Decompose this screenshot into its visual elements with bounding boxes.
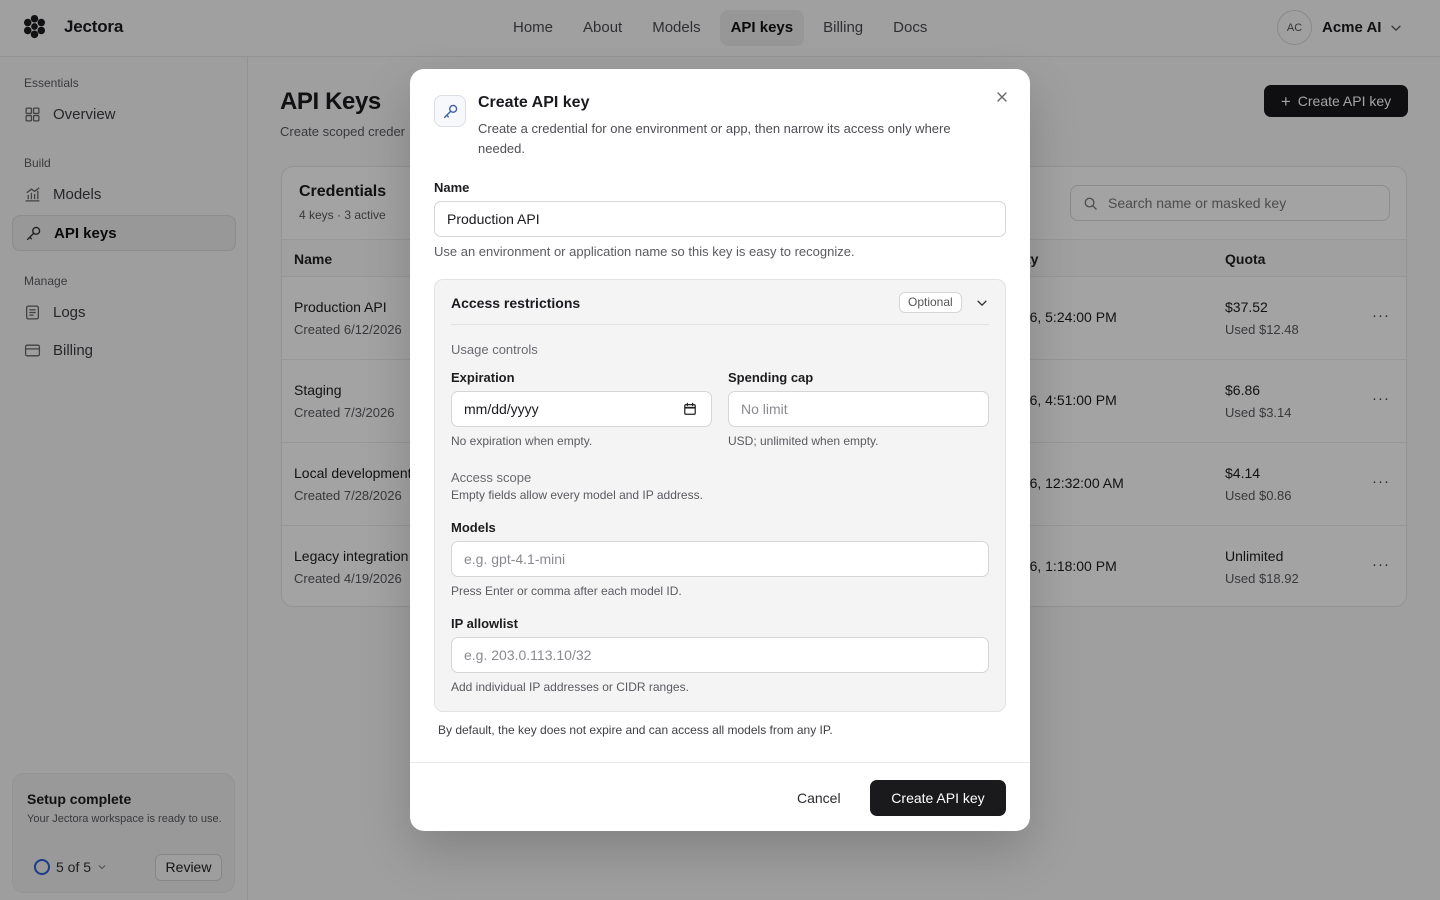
access-scope-heading: Access scope [451, 470, 532, 485]
dialog-key-badge [434, 95, 466, 127]
expiration-placeholder: mm/dd/yyyy [464, 401, 539, 417]
optional-badge: Optional [899, 292, 962, 313]
name-hint: Use an environment or application name s… [434, 244, 855, 259]
cancel-button[interactable]: Cancel [783, 780, 855, 816]
ip-allowlist-label: IP allowlist [451, 616, 518, 631]
expiration-label: Expiration [451, 370, 515, 385]
close-icon[interactable] [994, 89, 1010, 105]
key-icon [443, 104, 457, 118]
spending-cap-label: Spending cap [728, 370, 814, 385]
name-input[interactable]: Production API [434, 201, 1006, 237]
create-api-key-dialog: Create API key Create a credential for o… [410, 69, 1030, 831]
spending-cap-hint: USD; unlimited when empty. [728, 434, 879, 448]
models-label: Models [451, 520, 496, 535]
access-restrictions-title[interactable]: Access restrictions [451, 295, 580, 311]
default-behavior-note: By default, the key does not expire and … [438, 723, 833, 737]
name-label: Name [434, 180, 470, 195]
expiration-date-input[interactable]: mm/dd/yyyy [451, 391, 712, 427]
calendar-icon[interactable] [683, 402, 697, 416]
usage-controls-heading: Usage controls [451, 342, 538, 357]
ip-allowlist-hint: Add individual IP addresses or CIDR rang… [451, 680, 689, 694]
spending-cap-input[interactable]: No limit [728, 391, 989, 427]
dialog-description: Create a credential for one environment … [478, 121, 951, 156]
ip-allowlist-input[interactable]: e.g. 203.0.113.10/32 [451, 637, 989, 673]
expiration-hint: No expiration when empty. [451, 434, 593, 448]
models-hint: Press Enter or comma after each model ID… [451, 584, 682, 598]
dialog-footer: Cancel Create API key [410, 762, 1030, 831]
create-api-key-submit-button[interactable]: Create API key [870, 780, 1006, 816]
dialog-title: Create API key [478, 94, 590, 111]
access-scope-description: Empty fields allow every model and IP ad… [451, 488, 703, 502]
models-input[interactable]: e.g. gpt-4.1-mini [451, 541, 989, 577]
panel-divider [451, 324, 989, 325]
access-restrictions-panel: Access restrictions Optional Usage contr… [434, 279, 1006, 712]
chevron-down-icon[interactable] [975, 296, 989, 310]
